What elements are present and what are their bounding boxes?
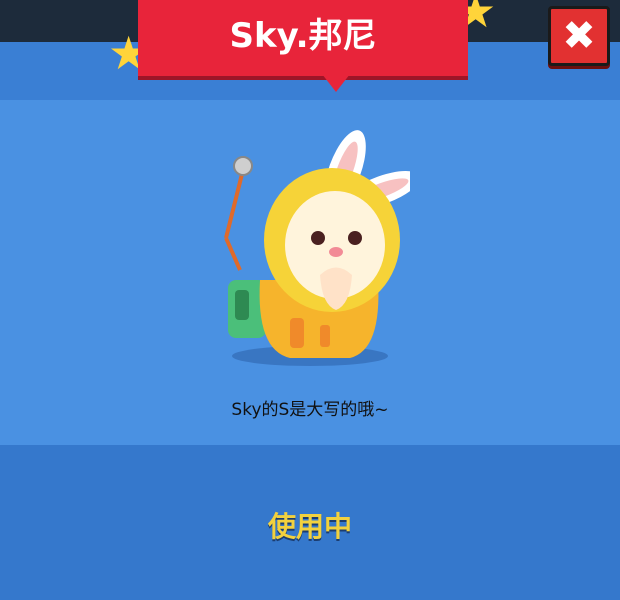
- close-icon: ✖: [562, 13, 596, 59]
- bunny-character: [224, 130, 410, 366]
- in-use-status[interactable]: 使用中: [0, 505, 620, 545]
- skin-description: Sky的S是大写的哦~: [231, 400, 389, 420]
- skin-title: Sky.邦尼: [229, 16, 377, 56]
- banner-tail: [322, 74, 350, 92]
- close-button[interactable]: ✖: [548, 6, 610, 66]
